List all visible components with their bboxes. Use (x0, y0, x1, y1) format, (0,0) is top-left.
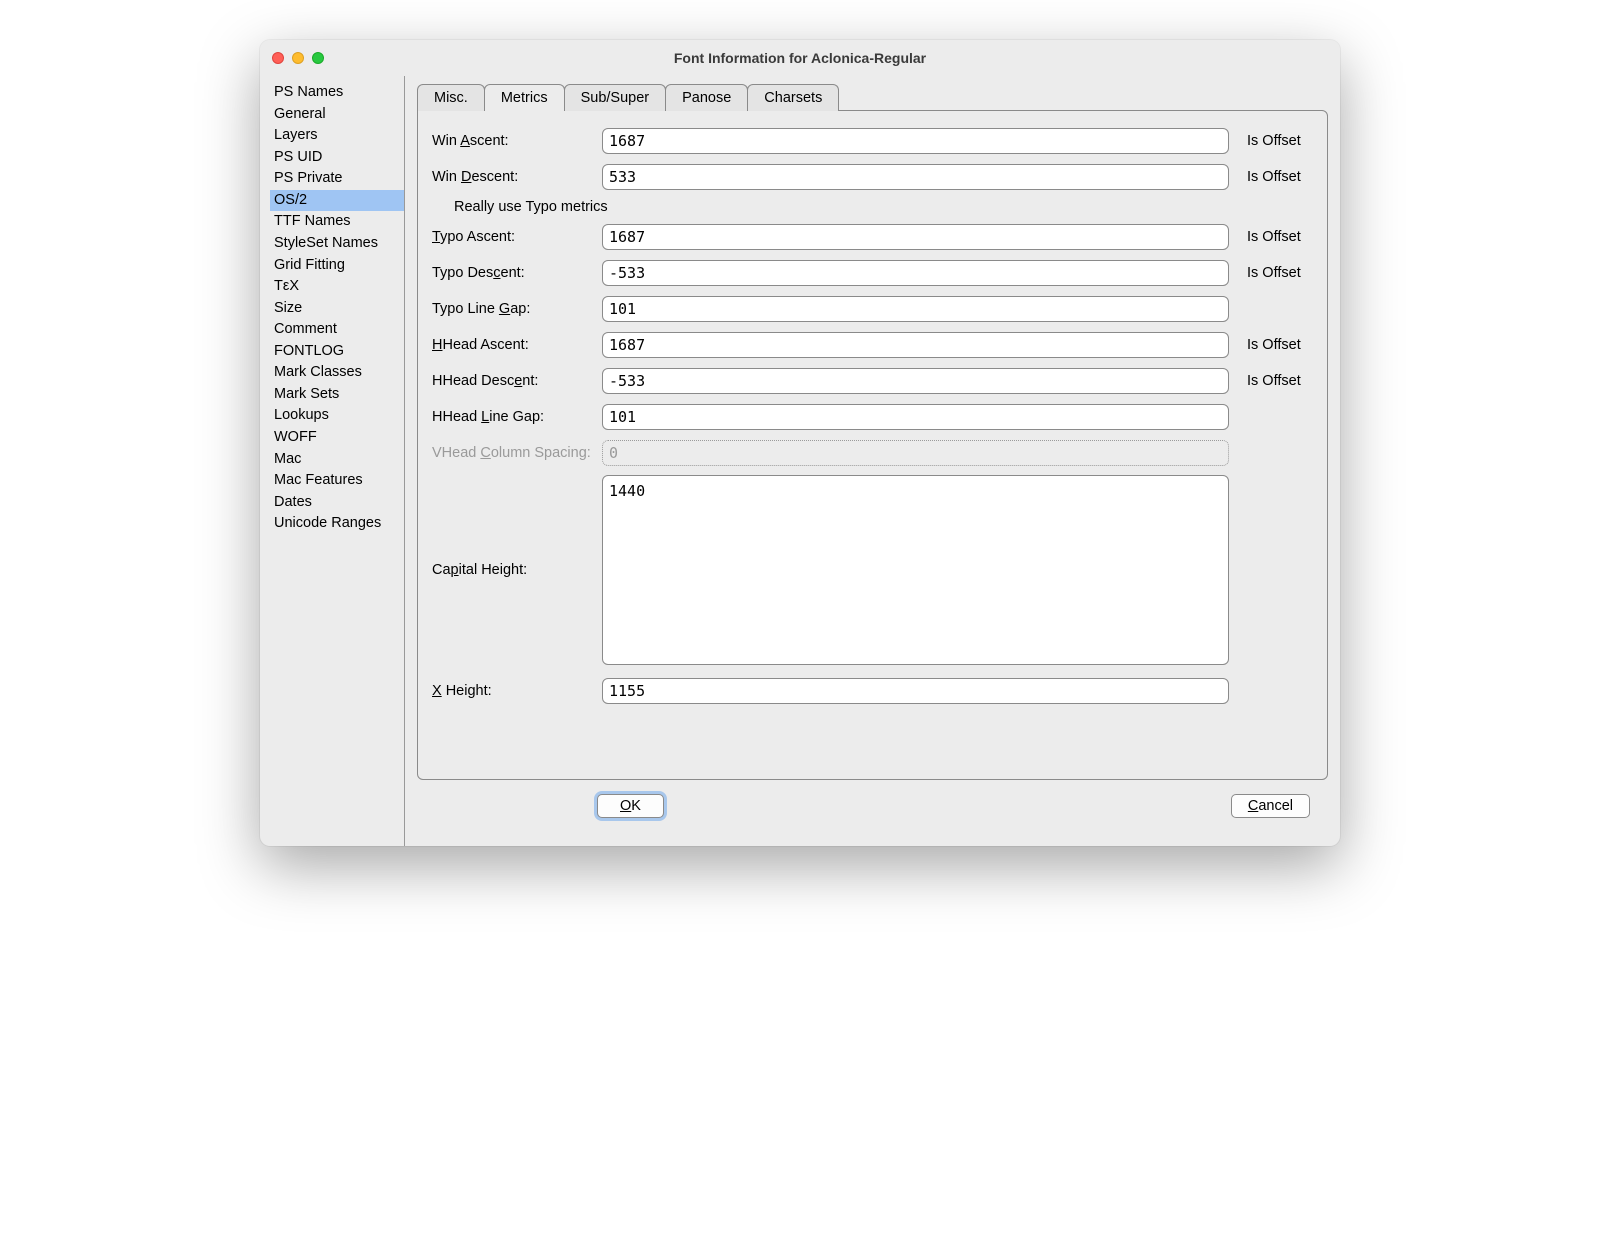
sidebar-item-ps-private[interactable]: PS Private (270, 168, 404, 190)
sidebar-item-styleset-names[interactable]: StyleSet Names (270, 233, 404, 255)
vhead-colspacing-label: VHead Column Spacing: (432, 445, 602, 461)
sidebar-item-general[interactable]: General (270, 104, 404, 126)
sidebar-item-os-2[interactable]: OS/2 (270, 190, 404, 212)
win-descent-label: Win Descent: (432, 169, 602, 185)
tab-misc-[interactable]: Misc. (417, 84, 485, 111)
sidebar-item-ps-names[interactable]: PS Names (270, 82, 404, 104)
hhead-linegap-label: HHead Line Gap: (432, 409, 602, 425)
x-height-label: X Height: (432, 683, 602, 699)
win-ascent-label: Win Ascent: (432, 133, 602, 149)
close-icon[interactable] (272, 52, 284, 64)
sidebar-item-grid-fitting[interactable]: Grid Fitting (270, 255, 404, 277)
metrics-panel: Win Ascent: Is Offset Win Descent: Is Of… (417, 110, 1328, 780)
typo-ascent-offset[interactable]: Is Offset (1229, 229, 1313, 245)
typo-descent-label: Typo Descent: (432, 265, 602, 281)
sidebar: PS NamesGeneralLayersPS UIDPS PrivateOS/… (260, 76, 405, 846)
win-descent-input[interactable] (602, 164, 1229, 190)
tab-sub-super[interactable]: Sub/Super (564, 84, 667, 111)
sidebar-item-size[interactable]: Size (270, 298, 404, 320)
sidebar-item-mark-classes[interactable]: Mark Classes (270, 362, 404, 384)
titlebar: Font Information for Aclonica-Regular (260, 40, 1340, 76)
sidebar-item-unicode-ranges[interactable]: Unicode Ranges (270, 513, 404, 535)
hhead-linegap-input[interactable] (602, 404, 1229, 430)
ok-button[interactable]: OK (597, 794, 664, 818)
typo-ascent-label: Typo Ascent: (432, 229, 602, 245)
really-use-typo-checkbox[interactable]: Really use Typo metrics (432, 199, 1313, 215)
sidebar-item-layers[interactable]: Layers (270, 125, 404, 147)
minimize-icon[interactable] (292, 52, 304, 64)
hhead-descent-offset[interactable]: Is Offset (1229, 373, 1313, 389)
zoom-icon[interactable] (312, 52, 324, 64)
sidebar-item-woff[interactable]: WOFF (270, 427, 404, 449)
tab-panose[interactable]: Panose (665, 84, 748, 111)
hhead-ascent-offset[interactable]: Is Offset (1229, 337, 1313, 353)
sidebar-item-dates[interactable]: Dates (270, 492, 404, 514)
tabs: Misc.MetricsSub/SuperPanoseCharsets (417, 84, 1328, 111)
hhead-ascent-label: HHead Ascent: (432, 337, 602, 353)
sidebar-item-mac-features[interactable]: Mac Features (270, 470, 404, 492)
typo-descent-input[interactable] (602, 260, 1229, 286)
hhead-descent-label: HHead Descent: (432, 373, 602, 389)
sidebar-item-ps-uid[interactable]: PS UID (270, 147, 404, 169)
window: Font Information for Aclonica-Regular PS… (260, 40, 1340, 846)
sidebar-item-comment[interactable]: Comment (270, 319, 404, 341)
sidebar-item-t-x[interactable]: TεX (270, 276, 404, 298)
tab-metrics[interactable]: Metrics (484, 84, 565, 111)
capital-height-label: Capital Height: (432, 562, 602, 578)
typo-ascent-input[interactable] (602, 224, 1229, 250)
sidebar-item-ttf-names[interactable]: TTF Names (270, 211, 404, 233)
sidebar-item-mac[interactable]: Mac (270, 449, 404, 471)
sidebar-item-fontlog[interactable]: FONTLOG (270, 341, 404, 363)
typo-descent-offset[interactable]: Is Offset (1229, 265, 1313, 281)
tab-charsets[interactable]: Charsets (747, 84, 839, 111)
win-ascent-input[interactable] (602, 128, 1229, 154)
window-title: Font Information for Aclonica-Regular (260, 50, 1340, 66)
win-descent-offset[interactable]: Is Offset (1229, 169, 1313, 185)
sidebar-item-mark-sets[interactable]: Mark Sets (270, 384, 404, 406)
capital-height-input[interactable] (602, 475, 1229, 665)
sidebar-item-lookups[interactable]: Lookups (270, 405, 404, 427)
x-height-input[interactable] (602, 678, 1229, 704)
typo-linegap-label: Typo Line Gap: (432, 301, 602, 317)
vhead-colspacing-input (602, 440, 1229, 466)
traffic-lights (272, 52, 324, 64)
hhead-descent-input[interactable] (602, 368, 1229, 394)
hhead-ascent-input[interactable] (602, 332, 1229, 358)
typo-linegap-input[interactable] (602, 296, 1229, 322)
win-ascent-offset[interactable]: Is Offset (1229, 133, 1313, 149)
cancel-button[interactable]: Cancel (1231, 794, 1310, 818)
